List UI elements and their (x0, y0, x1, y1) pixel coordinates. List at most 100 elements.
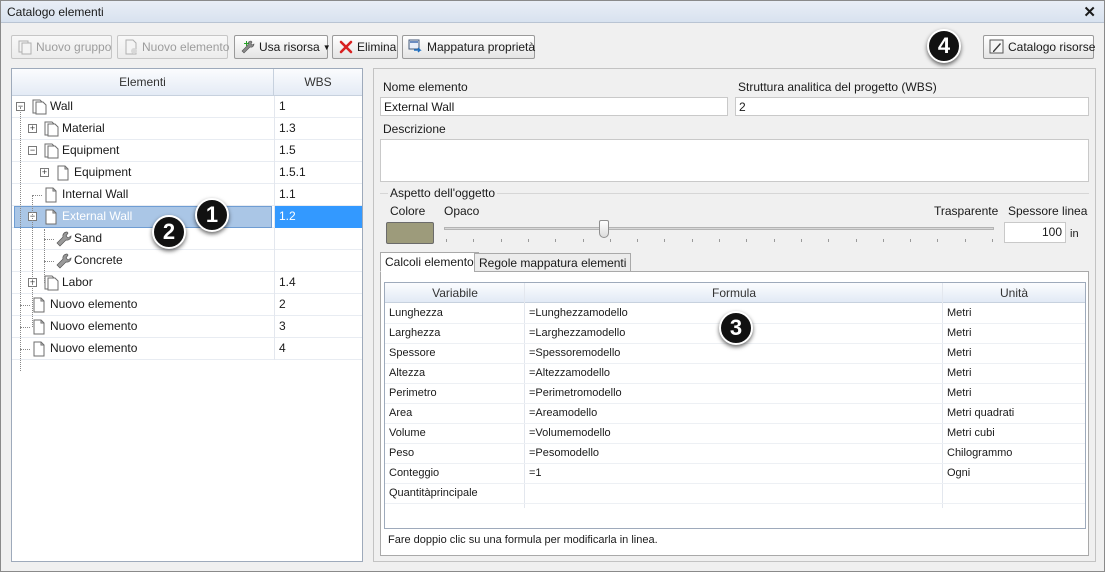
window-title: Catalogo elementi (7, 5, 104, 19)
tree-column-divider (274, 162, 275, 184)
line-thickness-unit: in (1070, 228, 1079, 240)
variable-column-header[interactable]: Variabile (385, 286, 525, 300)
unit-cell[interactable]: Metri (947, 367, 971, 379)
wbs-label: Struttura analitica del progetto (WBS) (738, 80, 937, 94)
tree-item-label: Labor (62, 275, 93, 289)
formula-cell[interactable]: =Pesomodello (529, 447, 599, 459)
tab-element-calculations[interactable]: Calcoli elemento (380, 252, 479, 272)
formula-cell[interactable]: =Areamodello (529, 407, 597, 419)
collapse-icon[interactable]: − (28, 146, 37, 155)
line-thickness-field[interactable]: 100 (1004, 222, 1066, 243)
resource-catalog-button[interactable]: Catalogo risorse (983, 35, 1096, 59)
color-label: Colore (390, 204, 426, 218)
color-swatch[interactable] (386, 222, 434, 244)
variable-cell: Spessore (389, 347, 436, 359)
slider-track[interactable] (444, 227, 994, 230)
delete-button[interactable]: Elimina (332, 35, 398, 59)
delete-x-icon (339, 40, 353, 54)
tree-row-selected[interactable]: − External Wall 1.2 (12, 206, 362, 228)
tree-item-wbs: 2 (279, 297, 286, 311)
description-field[interactable] (380, 139, 1089, 182)
unit-cell[interactable]: Ogni (947, 467, 970, 479)
tree-item-label: External Wall (62, 209, 133, 223)
tree-row[interactable]: + Equipment 1.5.1 (12, 162, 362, 184)
formula-cell[interactable]: =1 (529, 467, 542, 479)
elements-tree: Elementi WBS − Wall 1 + Material 1.3− Equipmen… (11, 68, 363, 562)
tree-connector (20, 107, 21, 371)
property-mapping-button[interactable]: Mappatura proprietà (402, 35, 535, 59)
element-name-field[interactable]: External Wall (380, 97, 728, 116)
calculation-row[interactable]: Volume =Volumemodello Metri cubi (385, 424, 1085, 444)
calculation-row[interactable]: Altezza =Altezzamodello Metri (385, 364, 1085, 384)
wrench-add-icon (241, 40, 255, 54)
new-group-label: Nuovo gruppo (36, 40, 112, 54)
calculation-row[interactable]: Perimetro =Perimetromodello Metri (385, 384, 1085, 404)
tree-column-divider (274, 272, 275, 294)
tree-row[interactable]: Internal Wall 1.1 (12, 184, 362, 206)
use-resource-button[interactable]: Usa risorsa ▼ (234, 35, 331, 59)
slider-thumb[interactable] (598, 220, 609, 238)
formula-cell[interactable]: =Spessoremodello (529, 347, 620, 359)
calculation-row[interactable]: Area =Areamodello Metri quadrati (385, 404, 1085, 424)
expand-icon[interactable]: + (28, 124, 37, 133)
calculation-row[interactable]: Peso =Pesomodello Chilogrammo (385, 444, 1085, 464)
tree-connector (32, 195, 33, 327)
formula-column-header[interactable]: Formula (525, 286, 943, 300)
tree-row[interactable]: Concrete (12, 250, 362, 272)
tree-row[interactable]: Nuovo elemento 3 (12, 316, 362, 338)
tree-row[interactable]: + Labor 1.4 (12, 272, 362, 294)
tab-element-mapping-rules[interactable]: Regole mappatura elementi (474, 253, 632, 272)
calculation-row[interactable]: Spessore =Spessoremodello Metri (385, 344, 1085, 364)
unit-cell[interactable]: Metri (947, 327, 971, 339)
document-icon (44, 187, 58, 206)
variable-cell: Quantitàprincipale (389, 487, 478, 499)
slider-tick (855, 239, 857, 242)
resource-catalog-label: Catalogo risorse (1008, 40, 1096, 54)
tree-header: Elementi WBS (12, 69, 362, 96)
formula-cell[interactable]: =Lunghezzamodello (529, 307, 628, 319)
resource-wrench-icon (56, 253, 72, 272)
slider-tick (527, 239, 529, 242)
tree-row[interactable]: − Equipment 1.5 (12, 140, 362, 162)
new-group-button[interactable]: Nuovo gruppo (11, 35, 112, 59)
unit-cell[interactable]: Metri quadrati (947, 407, 1014, 419)
tree-row[interactable]: − Wall 1 (12, 96, 362, 118)
slider-tick (664, 239, 666, 242)
new-element-button[interactable]: Nuovo elemento (117, 35, 229, 59)
tree-row[interactable]: Nuovo elemento 4 (12, 338, 362, 360)
line-thickness-label: Spessore linea (1008, 204, 1088, 218)
formula-cell[interactable]: =Volumemodello (529, 427, 611, 439)
property-mapping-label: Mappatura proprietà (427, 40, 536, 54)
wbs-field[interactable]: 2 (735, 97, 1089, 116)
formula-cell[interactable]: =Perimetromodello (529, 387, 622, 399)
wbs-column-header[interactable]: WBS (274, 69, 362, 96)
appearance-group-label: Aspetto dell'oggetto (388, 186, 498, 200)
tree-row[interactable]: Nuovo elemento 2 (12, 294, 362, 316)
formula-cell[interactable]: =Altezzamodello (529, 367, 610, 379)
calculation-row[interactable]: Conteggio =1 Ogni (385, 464, 1085, 484)
tree-item-label: Wall (50, 99, 73, 113)
tree-column-divider (274, 316, 275, 338)
close-icon[interactable]: ✕ (1083, 3, 1096, 21)
tree-column-divider (274, 250, 275, 272)
tree-item-wbs: 1.5.1 (279, 165, 306, 179)
unit-cell[interactable]: Metri (947, 307, 971, 319)
use-resource-label: Usa risorsa (259, 40, 320, 54)
formula-cell[interactable]: =Larghezzamodello (529, 327, 625, 339)
expand-icon[interactable]: + (40, 168, 49, 177)
tree-row[interactable]: + Material 1.3 (12, 118, 362, 140)
tree-column-divider (274, 294, 275, 316)
tree-item-label: Concrete (74, 253, 123, 267)
unit-cell[interactable]: Metri (947, 347, 971, 359)
tree-item-label: Nuovo elemento (50, 297, 138, 311)
tree-row[interactable]: Sand (12, 228, 362, 250)
slider-tick (992, 239, 993, 242)
edit-hint: Fare doppio clic su una formula per modi… (388, 534, 658, 546)
unit-cell[interactable]: Metri cubi (947, 427, 995, 439)
unit-column-header[interactable]: Unità (943, 286, 1085, 300)
tree-item-label: Sand (74, 231, 103, 245)
elements-column-header[interactable]: Elementi (12, 69, 274, 96)
unit-cell[interactable]: Chilogrammo (947, 447, 1012, 459)
unit-cell[interactable]: Metri (947, 387, 971, 399)
calculation-row[interactable]: Quantitàprincipale (385, 484, 1085, 504)
